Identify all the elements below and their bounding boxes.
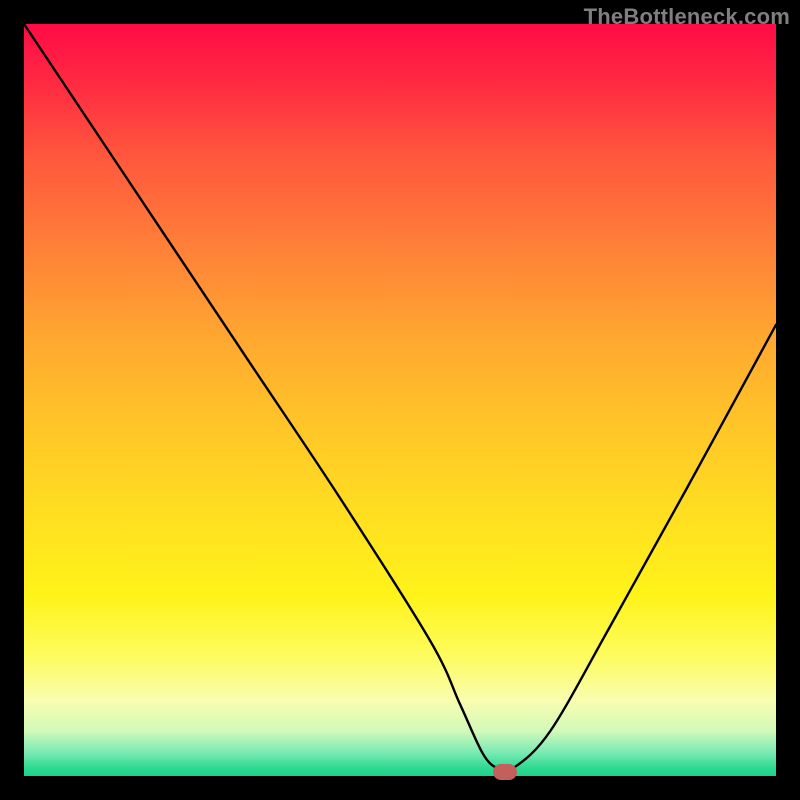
bottleneck-curve bbox=[24, 24, 776, 776]
chart-frame: TheBottleneck.com bbox=[0, 0, 800, 800]
optimal-point-marker bbox=[493, 764, 517, 780]
watermark-text: TheBottleneck.com bbox=[584, 4, 790, 30]
plot-area bbox=[24, 24, 776, 776]
